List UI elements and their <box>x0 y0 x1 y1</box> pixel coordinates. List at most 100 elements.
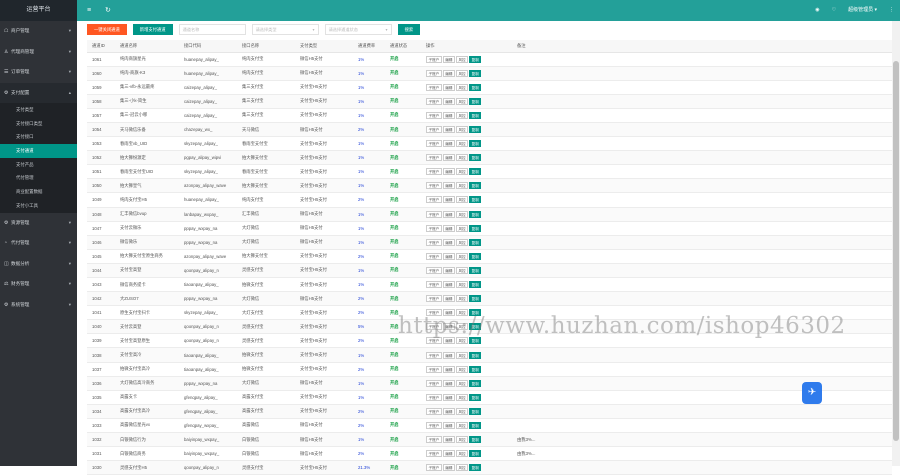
op-button[interactable]: 编辑 <box>442 351 455 359</box>
op-button[interactable]: 风控 <box>455 210 469 218</box>
table-row[interactable]: 1059 集三-vfb-永远最疼 caizepay_alipay_ 集三支付宝 支付宝H… <box>87 80 892 95</box>
table-row[interactable]: 1037 拍微支付宝高冷 tiaoanpay_alipay_ 拍微支付宝 支付宝H5支付… <box>87 362 892 377</box>
op-button[interactable]: 复制 <box>469 69 482 77</box>
op-button[interactable]: 子账户 <box>426 111 442 119</box>
sidebar-item[interactable]: ⚙ 支付配置 ▴ <box>0 82 77 103</box>
channel-name-input[interactable]: 通道名称 <box>178 23 246 35</box>
status-badge[interactable]: 开启 <box>385 66 421 81</box>
table-row[interactable]: 1052 拍大狮纷源定 pgpay_alipay_wipvi 拍大狮支付宝 支付宝H5支… <box>87 150 892 166</box>
table-row[interactable]: 1060 纯肉-商旗-K3 huanepay_alipay_ 纯肉支付宝 微信H5支付 1… <box>87 66 892 81</box>
table-row[interactable]: 1054 天马微信乐备 chazepay_wx_ 天马微信 微信H5支付 2% 开启 子账户编… <box>87 122 892 138</box>
op-button[interactable]: 复制 <box>469 182 482 190</box>
op-button[interactable]: 编辑 <box>442 379 455 387</box>
op-button[interactable]: 子账户 <box>426 295 442 303</box>
op-button[interactable]: 复制 <box>469 126 482 134</box>
table-row[interactable]: 1033 高露微信星光vx gfenqpay_wxpay_ 高露微信 微信H5支付 2% 开… <box>87 418 892 434</box>
op-button[interactable]: 风控 <box>455 83 469 91</box>
status-badge[interactable]: 开启 <box>385 404 421 419</box>
op-button[interactable]: 复制 <box>469 154 482 162</box>
op-button[interactable]: 子账户 <box>426 365 442 373</box>
status-badge[interactable]: 开启 <box>385 122 421 138</box>
status-badge[interactable]: 开启 <box>385 277 421 293</box>
op-button[interactable]: 子账户 <box>426 252 442 260</box>
scroll-thumb[interactable] <box>893 61 899 441</box>
op-button[interactable]: 子账户 <box>426 281 442 289</box>
op-button[interactable]: 风控 <box>455 224 469 232</box>
op-button[interactable]: 编辑 <box>442 69 455 77</box>
status-select[interactable]: 请选择通道状态 ▾ <box>324 23 392 35</box>
op-button[interactable]: 风控 <box>455 421 469 429</box>
op-button[interactable]: 子账户 <box>426 126 442 134</box>
op-button[interactable]: 风控 <box>455 379 469 387</box>
op-button[interactable]: 风控 <box>455 266 469 274</box>
op-button[interactable]: 复制 <box>469 83 482 91</box>
scrollbar[interactable] <box>892 21 900 466</box>
sidebar-subitem[interactable]: 支付小工具 <box>0 199 77 213</box>
more-icon[interactable]: ⋮ <box>889 0 894 21</box>
op-button[interactable]: 编辑 <box>442 111 455 119</box>
table-row[interactable]: 1031 白银微信商务 baiyinpay_wxpay_ 白银微信 微信H5支付 2% 开启… <box>87 446 892 462</box>
status-badge[interactable]: 开启 <box>385 362 421 377</box>
user-menu[interactable]: 超级管理员 ▾ <box>848 0 877 21</box>
op-button[interactable]: 编辑 <box>442 196 455 204</box>
sidebar-item[interactable]: ◫ 数据分析 ▾ <box>0 254 77 275</box>
op-button[interactable]: 编辑 <box>442 464 455 472</box>
table-row[interactable]: 1030 灵感支付宝H5 qoonpay_alipay_n 灵感支付宝 支付宝H5支付 2… <box>87 460 892 475</box>
op-button[interactable]: 编辑 <box>442 407 455 415</box>
op-button[interactable]: 风控 <box>455 140 469 148</box>
table-row[interactable]: 1044 支付宝高登 qoonpay_alipay_n 灵感支付宝 支付宝H5支付 1% 开… <box>87 263 892 279</box>
table-row[interactable]: 1035 高露支卡 gfenqpay_alipay_ 高露支付宝 支付宝H5支付 1% 开启… <box>87 390 892 405</box>
status-badge[interactable]: 开启 <box>385 418 421 434</box>
op-button[interactable]: 子账户 <box>426 266 442 274</box>
sidebar-subitem[interactable]: 支付产品 <box>0 158 77 172</box>
op-button[interactable]: 编辑 <box>442 55 455 63</box>
op-button[interactable]: 风控 <box>455 351 469 359</box>
table-row[interactable]: 1032 白银微信行为 baiyinpay_wxpay_ 白银微信 微信H5支付 1% 开启… <box>87 432 892 448</box>
op-button[interactable]: 子账户 <box>426 464 442 472</box>
status-badge[interactable]: 开启 <box>385 108 421 123</box>
op-button[interactable]: 复制 <box>469 436 482 444</box>
op-button[interactable]: 复制 <box>469 224 482 232</box>
table-row[interactable]: 1034 高露支付宝高冷 gfenqpay_alipay_ 高露支付宝 支付宝H5支付 2… <box>87 404 892 419</box>
table-row[interactable]: 1061 纯肉商旗星光 huanepay_alipay_ 纯肉支付宝 微信H5支付 1% 开… <box>87 52 892 67</box>
op-button[interactable]: 编辑 <box>442 238 455 246</box>
status-badge[interactable]: 开启 <box>385 291 421 307</box>
status-badge[interactable]: 开启 <box>385 347 421 363</box>
sidebar-subitem[interactable]: 支付接口 <box>0 130 77 144</box>
status-badge[interactable]: 开启 <box>385 192 421 208</box>
close-all-channels-button[interactable]: 一键关闭通道 <box>87 23 127 35</box>
status-badge[interactable]: 开启 <box>385 150 421 166</box>
type-select[interactable]: 请选择类型 ▾ <box>251 23 319 35</box>
sidebar-item[interactable]: ☰ 订单管理 ▾ <box>0 62 77 83</box>
op-button[interactable]: 复制 <box>469 351 482 359</box>
op-button[interactable]: 子账户 <box>426 224 442 232</box>
sidebar-item[interactable]: ⚙ 系统管理 ▾ <box>0 295 77 316</box>
op-button[interactable]: 编辑 <box>442 168 455 176</box>
sidebar-item[interactable]: ⚙ 资源管理 ▾ <box>0 213 77 234</box>
status-badge[interactable]: 开启 <box>385 446 421 462</box>
op-button[interactable]: 复制 <box>469 196 482 204</box>
status-badge[interactable]: 开启 <box>385 94 421 109</box>
table-row[interactable]: 1038 支付宝高冷 tiaoanpay_alipay_ 拍微支付宝 支付宝H5支付 1%… <box>87 347 892 363</box>
status-badge[interactable]: 开启 <box>385 221 421 236</box>
op-button[interactable]: 编辑 <box>442 252 455 260</box>
op-button[interactable]: 复制 <box>469 140 482 148</box>
op-button[interactable]: 风控 <box>455 69 469 77</box>
op-button[interactable]: 编辑 <box>442 182 455 190</box>
status-badge[interactable]: 开启 <box>385 390 421 405</box>
op-button[interactable]: 复制 <box>469 421 482 429</box>
add-channel-button[interactable]: 新增支付通道 <box>132 23 173 35</box>
table-row[interactable]: 1051 春雨宝支付宝UID skyzepay_alipay_ 春雨宝支付宝 支付宝H5… <box>87 164 892 180</box>
op-button[interactable]: 编辑 <box>442 450 455 458</box>
op-button[interactable]: 风控 <box>455 168 469 176</box>
op-button[interactable]: 编辑 <box>442 365 455 373</box>
op-button[interactable]: 复制 <box>469 210 482 218</box>
table-row[interactable]: 1043 微信商务提卡 tiaoanpay_alipay_ 拍微支付宝 支付宝H5支付 1… <box>87 277 892 293</box>
op-button[interactable]: 风控 <box>455 55 469 63</box>
op-button[interactable]: 编辑 <box>442 224 455 232</box>
op-button[interactable]: 子账户 <box>426 450 442 458</box>
op-button[interactable]: 编辑 <box>442 210 455 218</box>
op-button[interactable]: 复制 <box>469 97 482 105</box>
op-button[interactable]: 风控 <box>455 295 469 303</box>
op-button[interactable]: 风控 <box>455 154 469 162</box>
